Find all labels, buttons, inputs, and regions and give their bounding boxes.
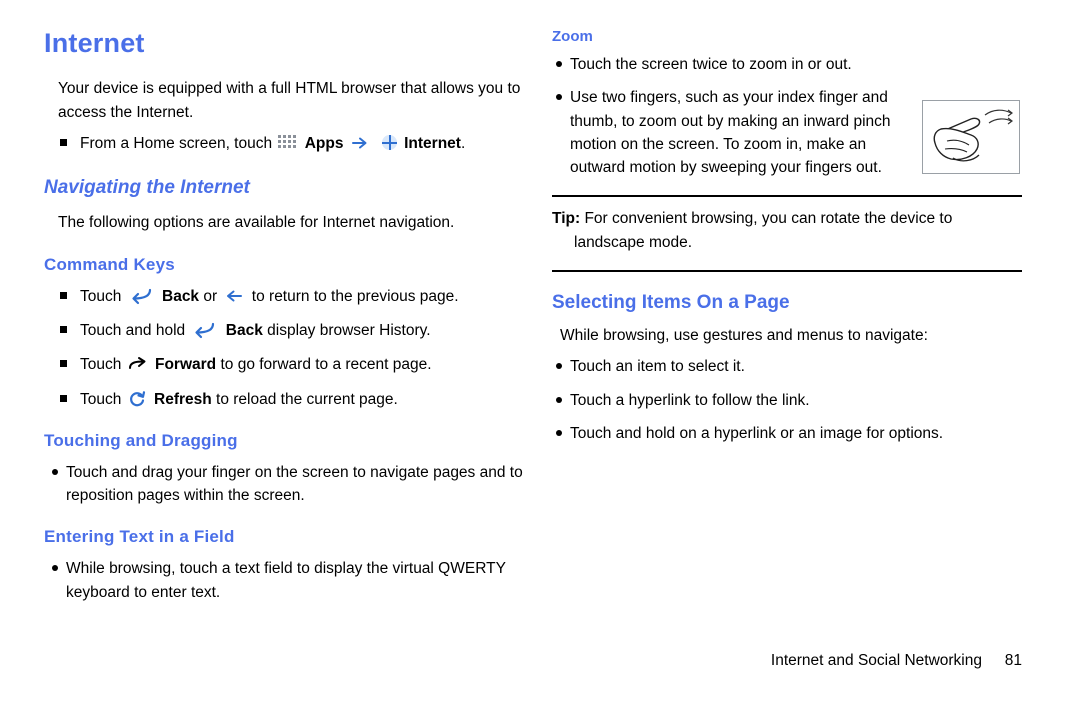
- dot-bullet: [556, 363, 562, 370]
- text-suffix: display browser History.: [267, 322, 431, 340]
- tip-block: Tip: For convenient browsing, you can ro…: [552, 207, 1022, 254]
- tip-text-line1: For convenient browsing, you can rotate …: [584, 210, 953, 228]
- refresh-label: Refresh: [154, 390, 212, 408]
- selecting-bullet-3: Touch and hold on a hyperlink or an imag…: [552, 422, 1022, 445]
- step-suffix: .: [460, 135, 466, 153]
- refresh-icon: [128, 390, 146, 408]
- forward-label: Forward: [155, 356, 217, 374]
- text-suffix: to return to the previous page.: [251, 287, 459, 305]
- text-suffix: to go forward to a recent page.: [220, 356, 432, 374]
- dot-bullet: [556, 94, 562, 101]
- square-bullet: [60, 326, 67, 334]
- selecting-bullet-1: Touch an item to select it.: [552, 355, 1022, 378]
- square-bullet: [60, 360, 67, 368]
- apps-label: Apps: [304, 135, 344, 153]
- dot-bullet: [52, 468, 58, 475]
- text-prefix: Touch and hold: [80, 322, 186, 340]
- step-prefix: From a Home screen, touch: [80, 135, 273, 153]
- selecting-bullet-2: Touch a hyperlink to follow the link.: [552, 389, 1022, 412]
- apps-grid-icon: [278, 133, 297, 152]
- command-key-back: Touch Back or to return to the previous …: [44, 285, 524, 308]
- text-prefix: Touch: [80, 356, 122, 374]
- intro-paragraph: Your device is equipped with a full HTML…: [58, 80, 521, 121]
- left-column: Internet Your device is equipped with a …: [44, 28, 524, 614]
- zoom-heading: Zoom: [552, 28, 593, 45]
- internet-globe-icon: [379, 132, 400, 153]
- entering-text-bullet: While browsing, touch a text field to di…: [44, 557, 524, 604]
- forward-arrow-icon: [128, 355, 148, 370]
- back-label: Back: [162, 287, 200, 305]
- bullet-text: While browsing, touch a text field to di…: [66, 560, 506, 601]
- navigating-heading: Navigating the Internet: [44, 177, 250, 199]
- command-key-refresh: Touch Refresh to reload the current page…: [44, 388, 524, 411]
- command-key-forward: Touch Forward to go forward to a recent …: [44, 353, 524, 376]
- tip-divider-top: [552, 195, 1022, 198]
- back-label: Back: [225, 322, 263, 340]
- pinch-zoom-hand-illustration: [922, 100, 1020, 174]
- navigating-text: The following options are available for …: [58, 214, 455, 232]
- entering-text-heading: Entering Text in a Field: [44, 527, 235, 547]
- left-arrow-icon: [225, 287, 243, 302]
- bullet-text: Use two fingers, such as your index fing…: [570, 89, 891, 176]
- bullet-text: Touch a hyperlink to follow the link.: [570, 391, 810, 409]
- bullet-text: Touch an item to select it.: [570, 358, 745, 376]
- square-bullet: [60, 291, 67, 299]
- page-title: Internet: [44, 28, 145, 58]
- back-arrow-icon: [191, 321, 217, 339]
- dot-bullet: [556, 396, 562, 403]
- tip-label: Tip:: [552, 210, 581, 228]
- bullet-text: Touch and hold on a hyperlink or an imag…: [570, 424, 944, 442]
- touching-dragging-heading: Touching and Dragging: [44, 430, 238, 450]
- right-column: Zoom Touch the screen twice to zoom in o…: [552, 28, 1022, 455]
- page-footer: Internet and Social Networking 81: [552, 652, 1022, 670]
- home-screen-step: From a Home screen, touch Apps Internet.: [44, 132, 524, 155]
- command-keys-heading: Command Keys: [44, 254, 175, 274]
- dot-bullet: [556, 429, 562, 436]
- text-prefix: Touch: [80, 287, 122, 305]
- tip-divider-bottom: [552, 269, 1022, 272]
- dot-bullet: [52, 565, 58, 572]
- bullet-text: Touch and drag your finger on the screen…: [66, 463, 523, 505]
- text-prefix: Touch: [80, 390, 122, 408]
- square-bullet: [60, 394, 67, 402]
- text-suffix: to reload the current page.: [216, 390, 398, 408]
- footer-text: Internet and Social Networking: [770, 652, 982, 669]
- command-key-history: Touch and hold Back display browser Hist…: [44, 319, 524, 342]
- zoom-bullet-1: Touch the screen twice to zoom in or out…: [552, 53, 1022, 76]
- selecting-items-text: While browsing, use gestures and menus t…: [560, 326, 928, 344]
- touching-dragging-bullet: Touch and drag your finger on the screen…: [44, 461, 524, 508]
- back-arrow-icon: [128, 287, 154, 305]
- dot-bullet: [556, 61, 562, 67]
- selecting-items-heading: Selecting Items On a Page: [552, 291, 790, 313]
- square-bullet: [60, 139, 67, 147]
- bullet-text: Touch the screen twice to zoom in or out…: [570, 56, 852, 73]
- tip-text-line2: landscape mode.: [574, 233, 693, 251]
- document-page: Internet Your device is equipped with a …: [0, 0, 1080, 720]
- text-mid: or: [203, 287, 218, 305]
- arrow-right-icon: [351, 134, 369, 149]
- footer-page-number: 81: [1004, 652, 1022, 669]
- internet-label: Internet: [404, 135, 461, 153]
